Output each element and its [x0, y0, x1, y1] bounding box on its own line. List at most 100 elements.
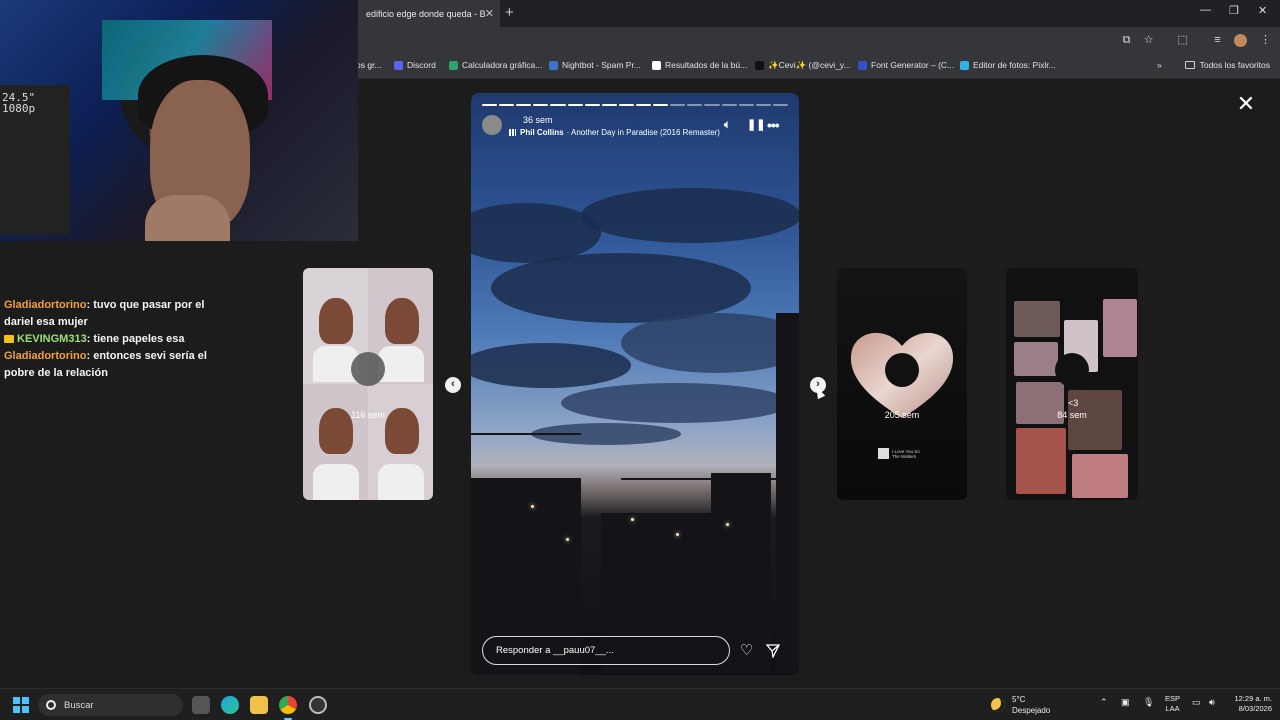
- media-control-icon[interactable]: ≡: [1211, 34, 1224, 47]
- moon-icon: [991, 698, 1005, 712]
- progress-segment: [772, 104, 788, 106]
- story-preview-left[interactable]: 116 sem: [303, 268, 433, 500]
- edge-icon[interactable]: [221, 696, 239, 714]
- more-options-icon[interactable]: •••: [767, 118, 780, 132]
- window-close-icon[interactable]: ✕: [1258, 4, 1267, 17]
- browser-tab-active[interactable]: edificio edge donde queda - B ✕: [358, 0, 500, 27]
- webcam-overlay: 24.5" 1080p: [0, 0, 358, 241]
- install-app-icon[interactable]: ⧉: [1120, 34, 1133, 47]
- story-main[interactable]: 36 sem Phil Collins · Another Day in Par…: [471, 93, 799, 675]
- bookmark-item[interactable]: Font Generator – (C...: [858, 60, 954, 70]
- weather-temp: 5°C: [1012, 695, 1026, 704]
- chat-text: : tiene papeles esa: [86, 333, 185, 345]
- pause-icon[interactable]: ❚❚: [747, 119, 765, 131]
- story-close-icon[interactable]: ✕: [1236, 93, 1256, 115]
- story-user-avatar[interactable]: [482, 115, 502, 135]
- bookmark-item[interactable]: Editor de fotos: Pixlr...: [960, 60, 1056, 70]
- progress-segment: [482, 104, 498, 106]
- progress-segment: [687, 104, 703, 106]
- story-music[interactable]: Phil Collins · Another Day in Paradise (…: [509, 128, 720, 137]
- microphone-icon[interactable]: 🎙︎: [1143, 697, 1154, 708]
- app-icon[interactable]: [309, 696, 327, 714]
- reply-input[interactable]: Responder a __pauu07__...: [482, 636, 730, 665]
- bookmark-item[interactable]: ✨Cevi✨ (@cevi_y...: [755, 60, 851, 71]
- bookmarks-overflow-icon[interactable]: »: [1157, 60, 1162, 70]
- music-bars-icon: [509, 129, 516, 136]
- music-artist: Phil Collins: [520, 128, 564, 137]
- preview-age: 116 sem: [351, 410, 385, 420]
- chat-message: Gladiadortorino: entonces sevi sería el …: [4, 348, 222, 382]
- language-code: ESP: [1165, 694, 1181, 703]
- progress-segment: [738, 104, 754, 106]
- preview-avatar: [1055, 353, 1089, 387]
- progress-segment: [704, 104, 720, 106]
- chevron-up-icon[interactable]: ⌃: [1100, 697, 1108, 708]
- weather-widget[interactable]: 5°C Despejado: [991, 694, 1050, 716]
- progress-segment: [755, 104, 771, 106]
- star-icon[interactable]: ☆: [1142, 34, 1155, 47]
- all-bookmarks-button[interactable]: Todos los favoritos: [1184, 60, 1270, 70]
- chat-message: Gladiadortorino: tuvo que pasar por el d…: [4, 297, 222, 331]
- progress-segment: [516, 104, 532, 106]
- task-view-icon[interactable]: [192, 696, 210, 714]
- progress-segment: [635, 104, 652, 106]
- language-indicator[interactable]: ESP LAA: [1165, 694, 1180, 714]
- preview-caption: <3: [1068, 398, 1079, 408]
- new-tab-icon[interactable]: +: [505, 4, 514, 22]
- progress-segment: [618, 104, 634, 106]
- story-preview-right-1[interactable]: 205 sem I Love You So The Walters: [837, 268, 967, 500]
- chat-username[interactable]: Gladiadortorino: [4, 299, 87, 311]
- bookmark-favicon-icon: [858, 60, 867, 70]
- preview-song-artist: The Walters: [892, 453, 917, 459]
- progress-segment: [721, 104, 737, 106]
- network-icon[interactable]: ▭: [1192, 697, 1201, 708]
- clock-time: 12:29 a. m.: [1234, 694, 1272, 703]
- like-heart-icon[interactable]: ♡: [740, 643, 756, 659]
- bookmark-label: Editor de fotos: Pixlr...: [973, 60, 1056, 70]
- progress-segment: [499, 104, 515, 106]
- bookmark-favicon-icon: [960, 60, 969, 70]
- preview-avatar: [351, 352, 385, 386]
- chat-username[interactable]: Gladiadortorino: [4, 350, 87, 362]
- bookmark-label: ✨Cevi✨ (@cevi_y...: [768, 60, 851, 70]
- volume-icon[interactable]: 🔈︎: [724, 119, 731, 131]
- profile-avatar[interactable]: [1234, 34, 1247, 47]
- bookmark-favicon-icon: [549, 60, 558, 70]
- bookmark-label: Resultados de la bú...: [665, 60, 748, 70]
- chat-username[interactable]: KEVINGM313: [17, 333, 87, 345]
- bookmark-label: Font Generator – (C...: [871, 60, 955, 70]
- send-icon[interactable]: [766, 644, 780, 658]
- bookmark-label: Discord: [407, 60, 436, 70]
- bookmark-item[interactable]: Nightbot - Spam Pr...: [549, 60, 641, 70]
- story-preview-right-2[interactable]: <3 84 sem: [1006, 268, 1138, 500]
- bookmark-favicon-icon: [449, 60, 458, 70]
- bookmark-item[interactable]: Calculadora gráfica...: [449, 60, 542, 70]
- preview-age: 84 sem: [1057, 410, 1087, 420]
- menu-icon[interactable]: ⋮: [1259, 34, 1272, 47]
- bookmark-item[interactable]: os gr...: [356, 60, 382, 70]
- clock-date: 8/03/2026: [1238, 704, 1272, 713]
- restore-icon[interactable]: ❐: [1229, 4, 1239, 17]
- chat-message: KEVINGM313: tiene papeles esa: [4, 331, 222, 348]
- all-bookmarks-label: Todos los favoritos: [1199, 60, 1270, 70]
- taskbar-search[interactable]: Buscar: [38, 694, 183, 716]
- streamer-hand: [145, 195, 230, 241]
- volume-tray-icon[interactable]: 🔊︎: [1209, 697, 1215, 708]
- minimize-icon[interactable]: —: [1200, 4, 1211, 16]
- tab-close-icon[interactable]: ✕: [485, 7, 494, 20]
- system-clock[interactable]: 12:29 a. m. 8/03/2026: [1226, 694, 1272, 714]
- tray-app-icon[interactable]: ▣: [1121, 697, 1130, 708]
- folder-icon: [1184, 61, 1195, 69]
- prev-story-arrow-icon[interactable]: ‹: [445, 377, 461, 393]
- bookmark-item[interactable]: Discord: [394, 60, 436, 70]
- extensions-icon[interactable]: ⬚: [1176, 34, 1189, 47]
- reply-placeholder: Responder a __pauu07__...: [496, 645, 614, 656]
- keyboard-layout: LAA: [1165, 704, 1180, 713]
- file-explorer-icon[interactable]: [250, 696, 268, 714]
- chrome-icon[interactable]: [279, 696, 297, 714]
- bookmark-item[interactable]: Resultados de la bú...: [652, 60, 747, 70]
- windows-start-icon[interactable]: [13, 697, 29, 713]
- search-icon: [46, 700, 56, 710]
- progress-segment: [653, 104, 669, 106]
- music-title: · Another Day in Paradise (2016 Remaster…: [566, 128, 720, 137]
